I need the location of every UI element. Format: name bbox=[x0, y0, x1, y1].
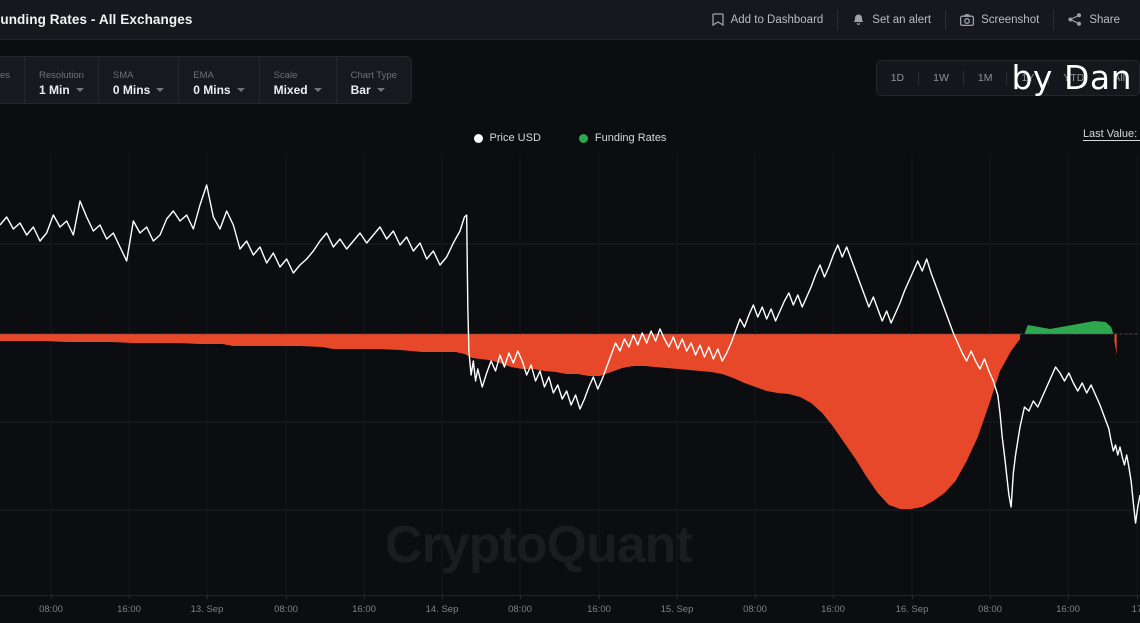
set-alert-button[interactable]: Set an alert bbox=[838, 8, 945, 32]
x-tick-mark bbox=[520, 595, 521, 599]
time-range-1d[interactable]: 1D bbox=[877, 61, 918, 95]
chevron-down-icon bbox=[156, 87, 165, 92]
scale-label: Scale bbox=[273, 69, 298, 81]
chart-legend: Price USD Funding Rates bbox=[0, 128, 1140, 148]
cryptoquant-chart-page: Funding Rates - All Exchanges Add to Das… bbox=[0, 0, 1140, 623]
legend-color-swatch-funding bbox=[578, 133, 588, 143]
chart-control-bar: Exchanges ges Resolution 1 Min SMA 0 Min… bbox=[0, 56, 1140, 104]
screenshot-button[interactable]: Screenshot bbox=[946, 8, 1053, 32]
chart-plot-svg bbox=[0, 155, 1140, 595]
x-tick-mark bbox=[129, 595, 130, 599]
time-range-1y[interactable]: 1Y bbox=[1007, 61, 1048, 95]
legend-item-price-usd[interactable]: Price USD bbox=[473, 132, 541, 144]
chart-type-selector[interactable]: Chart Type Bar bbox=[335, 57, 411, 103]
x-tick-mark bbox=[442, 595, 443, 599]
legend-label-funding-rates: Funding Rates bbox=[594, 132, 667, 144]
x-tick-mark bbox=[912, 595, 913, 599]
bell-icon bbox=[852, 13, 865, 26]
x-tick-label: 14. Sep bbox=[425, 604, 459, 615]
add-to-dashboard-label: Add to Dashboard bbox=[730, 13, 824, 26]
time-range-all[interactable]: All bbox=[1099, 61, 1139, 95]
header-actions: Add to Dashboard Set an alert Screenshot bbox=[698, 0, 1140, 39]
x-tick-label: 16:00 bbox=[352, 604, 376, 615]
x-axis-line bbox=[0, 595, 1140, 596]
chevron-down-icon bbox=[236, 87, 245, 92]
funding-area-positive bbox=[1024, 321, 1114, 334]
exchanges-label: Exchanges bbox=[0, 69, 11, 81]
chart-type-value: Bar bbox=[350, 82, 371, 97]
x-tick-label: 16. Sep bbox=[895, 604, 929, 615]
ema-value: 0 Mins bbox=[193, 82, 231, 97]
x-tick-mark bbox=[286, 595, 287, 599]
set-alert-label: Set an alert bbox=[872, 13, 932, 26]
x-tick-label: 08:00 bbox=[274, 604, 298, 615]
chart-canvas[interactable]: CryptoQuant bbox=[0, 155, 1140, 595]
x-tick-label: 08:00 bbox=[743, 604, 767, 615]
legend-color-swatch-price bbox=[473, 133, 483, 143]
x-tick-mark bbox=[207, 595, 208, 599]
chevron-down-icon bbox=[75, 87, 84, 92]
chart-settings-group: Exchanges ges Resolution 1 Min SMA 0 Min… bbox=[0, 56, 412, 104]
time-range-ytd[interactable]: YTD bbox=[1049, 61, 1098, 95]
x-tick-mark bbox=[990, 595, 991, 599]
resolution-selector[interactable]: Resolution 1 Min bbox=[24, 57, 98, 103]
exchanges-selector[interactable]: Exchanges ges bbox=[0, 57, 24, 103]
scale-value: Mixed bbox=[273, 82, 308, 97]
x-tick-label: 08:00 bbox=[39, 604, 63, 615]
ema-selector[interactable]: EMA 0 Mins bbox=[178, 57, 258, 103]
chart-type-label: Chart Type bbox=[350, 69, 397, 81]
x-tick-mark bbox=[364, 595, 365, 599]
x-tick-label: 15. Sep bbox=[660, 604, 694, 615]
x-tick-mark bbox=[599, 595, 600, 599]
x-tick-label: 16:00 bbox=[1056, 604, 1080, 615]
scale-selector[interactable]: Scale Mixed bbox=[258, 57, 336, 103]
camera-icon bbox=[960, 13, 975, 26]
sma-selector[interactable]: SMA 0 Mins bbox=[97, 57, 178, 103]
x-tick-label: 16:00 bbox=[587, 604, 611, 615]
sma-value: 0 Mins bbox=[112, 82, 151, 97]
x-tick-label: 17 bbox=[1131, 604, 1140, 615]
x-axis: 08:00 16:00 13. Sep 08:00 16:00 14. Sep 08:00 1… bbox=[0, 595, 1140, 623]
share-button[interactable]: Share bbox=[1054, 8, 1134, 32]
x-tick-label: 08:00 bbox=[508, 604, 532, 615]
screenshot-label: Screenshot bbox=[981, 13, 1040, 26]
share-icon bbox=[1068, 13, 1082, 26]
x-tick-mark bbox=[1068, 595, 1069, 599]
time-range-1w[interactable]: 1W bbox=[919, 61, 963, 95]
legend-label-price-usd: Price USD bbox=[489, 132, 541, 144]
time-range-1m[interactable]: 1M bbox=[964, 61, 1007, 95]
x-tick-mark bbox=[755, 595, 756, 599]
page-title: Funding Rates - All Exchanges bbox=[0, 12, 193, 27]
dashboard-icon bbox=[711, 13, 724, 26]
x-tick-mark bbox=[1137, 595, 1138, 599]
ema-label: EMA bbox=[193, 69, 214, 81]
share-label: Share bbox=[1089, 13, 1120, 26]
x-tick-mark bbox=[51, 595, 52, 599]
x-tick-label: 13. Sep bbox=[190, 604, 224, 615]
add-to-dashboard-button[interactable]: Add to Dashboard bbox=[698, 8, 838, 32]
x-tick-mark bbox=[677, 595, 678, 599]
resolution-label: Resolution bbox=[39, 69, 84, 81]
x-tick-label: 16:00 bbox=[117, 604, 141, 615]
page-header: Funding Rates - All Exchanges Add to Das… bbox=[0, 0, 1140, 40]
last-value-readout: Last Value: -0 bbox=[1082, 128, 1140, 140]
funding-area-negative bbox=[1114, 334, 1117, 355]
x-tick-mark bbox=[833, 595, 834, 599]
time-range-group: 1D 1W 1M 1Y YTD All bbox=[875, 60, 1140, 96]
x-tick-label: 16:00 bbox=[821, 604, 845, 615]
legend-item-funding-rates[interactable]: Funding Rates bbox=[578, 132, 667, 144]
chevron-down-icon bbox=[376, 87, 385, 92]
sma-label: SMA bbox=[112, 69, 134, 81]
resolution-value: 1 Min bbox=[39, 82, 70, 97]
chevron-down-icon bbox=[313, 87, 322, 92]
x-tick-label: 08:00 bbox=[978, 604, 1002, 615]
